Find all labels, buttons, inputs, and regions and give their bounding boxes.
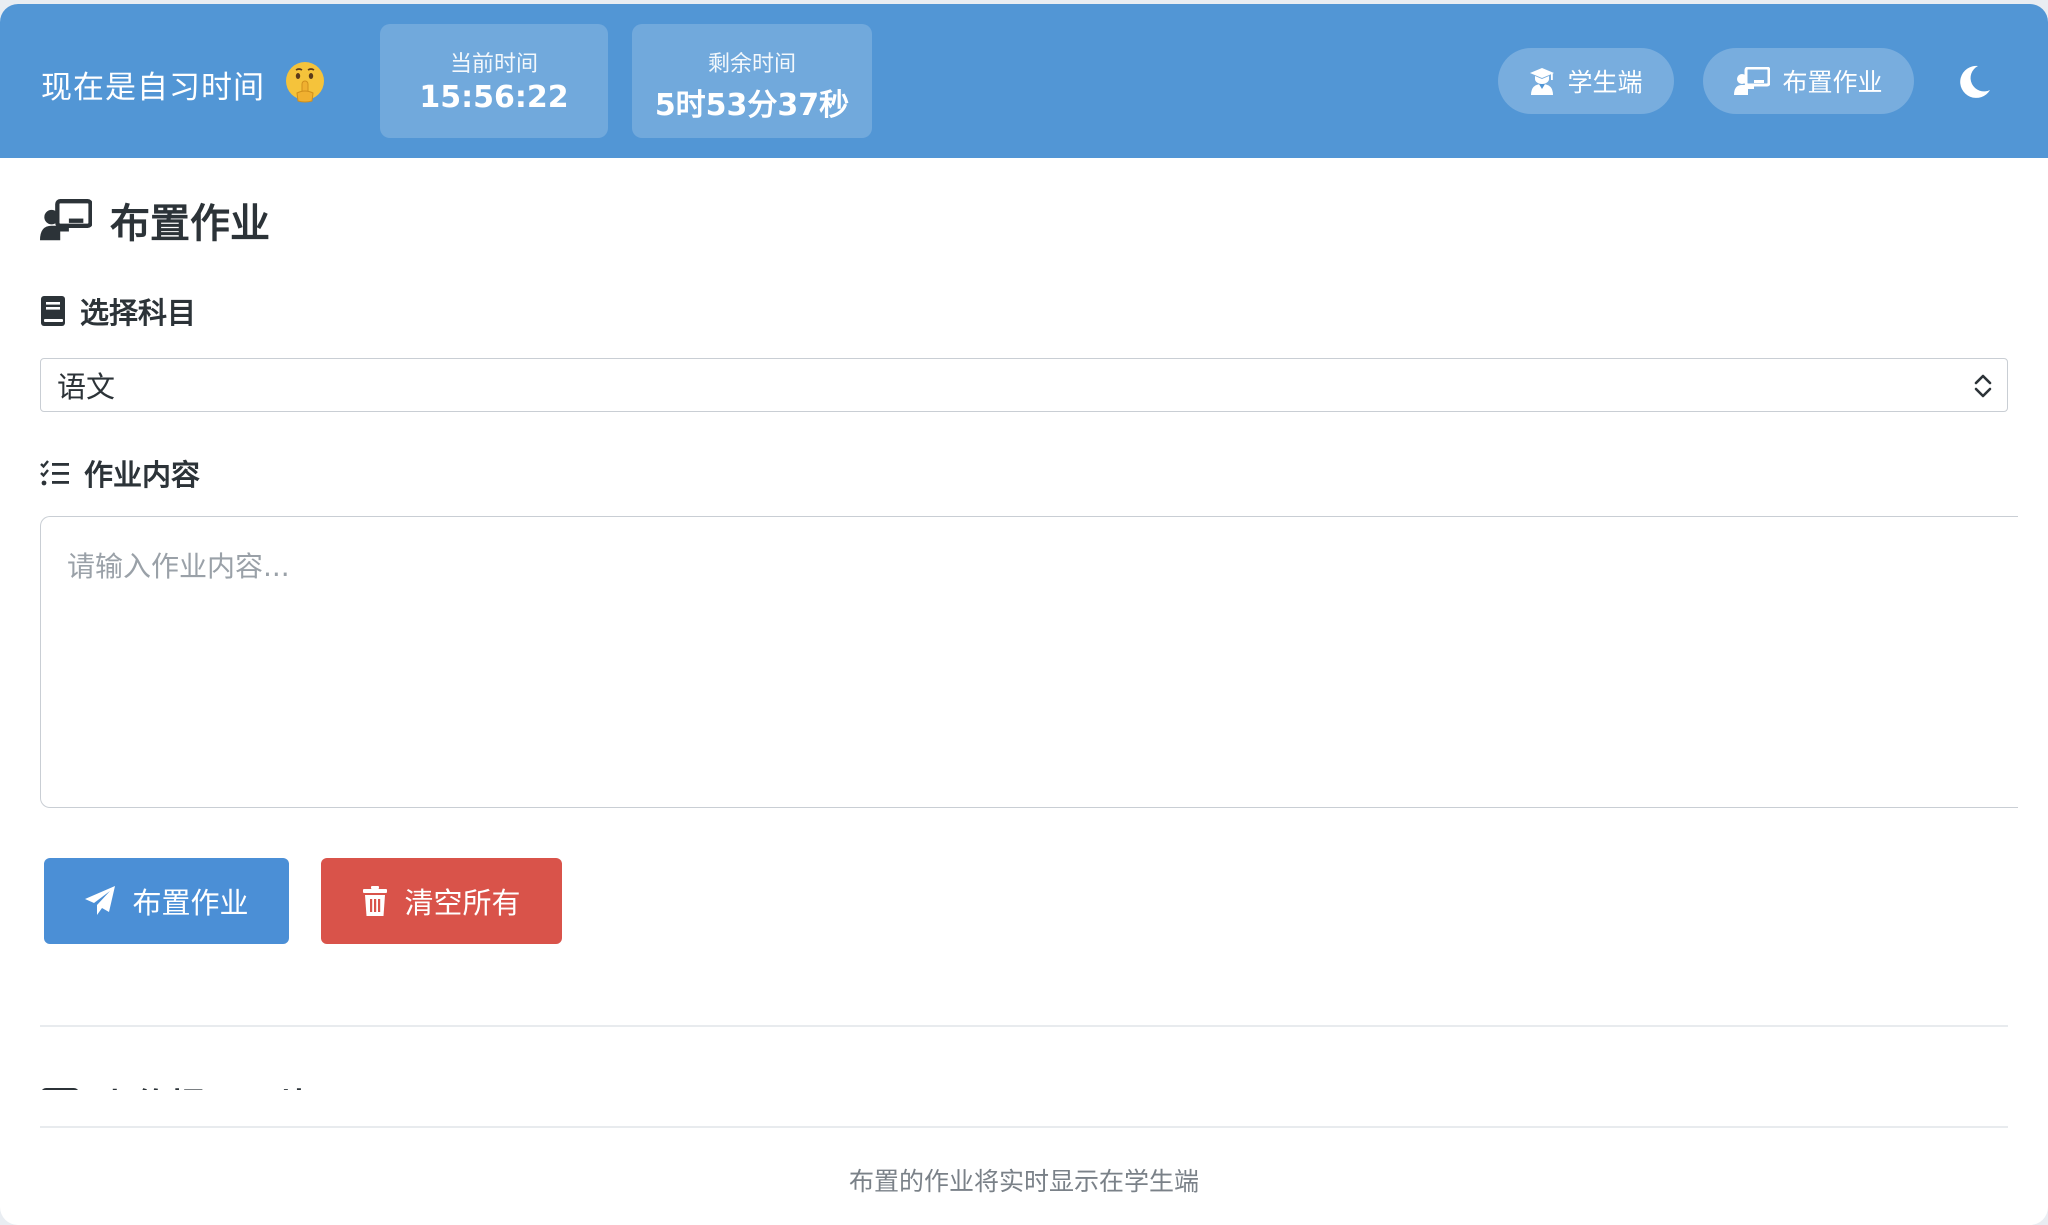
- assign-homework-button[interactable]: 布置作业: [44, 858, 289, 944]
- assign-homework-button-label: 布置作业: [132, 886, 249, 920]
- assign-homework-nav-label: 布置作业: [1782, 68, 1883, 97]
- current-time-label: 当前时间: [449, 52, 538, 77]
- student-view-label: 学生端: [1567, 68, 1643, 97]
- assign-homework-nav-button[interactable]: 布置作业: [1703, 48, 1914, 114]
- divider: [40, 1126, 2008, 1128]
- image-icon: [42, 1088, 78, 1090]
- top-header: 现在是自习时间 当前时间 15:56:22 剩余时间 5时53分37秒 学生端 …: [0, 4, 2048, 158]
- moon-icon[interactable]: [1958, 64, 1992, 98]
- upload-image-section-header: 上传提示图片: [40, 1078, 440, 1090]
- subject-select[interactable]: 语文: [40, 358, 2008, 412]
- graduate-icon: [1530, 68, 1555, 95]
- chevron-up-down-icon: [1974, 374, 1992, 398]
- remaining-time-label: 剩余时间: [707, 52, 796, 77]
- current-time-value: 15:56:22: [419, 80, 569, 115]
- book-icon: [41, 296, 65, 326]
- current-time-card: 当前时间 15:56:22: [380, 24, 608, 138]
- shushing-face-emoji-icon: [286, 62, 324, 103]
- task-list-icon: [40, 460, 69, 486]
- upload-image-section-title: 上传提示图片: [98, 1078, 314, 1090]
- footer-note: 布置的作业将实时显示在学生端: [848, 1167, 1199, 1196]
- status-text: 现在是自习时间: [41, 69, 265, 106]
- app-window: 现在是自习时间 当前时间 15:56:22 剩余时间 5时53分37秒 学生端 …: [0, 4, 2048, 1225]
- trash-icon: [363, 886, 388, 916]
- page-title: 布置作业: [40, 190, 270, 250]
- page-title-text: 布置作业: [110, 201, 270, 247]
- remaining-time-card: 剩余时间 5时53分37秒: [632, 24, 872, 138]
- content-label-text: 作业内容: [84, 458, 201, 492]
- remaining-time-value: 5时53分37秒: [654, 88, 850, 123]
- paper-plane-icon: [85, 886, 116, 915]
- clear-all-button-label: 清空所有: [404, 886, 521, 920]
- chalkboard-teacher-icon: [1734, 67, 1771, 95]
- divider: [40, 1025, 2008, 1027]
- clear-all-button[interactable]: 清空所有: [321, 858, 562, 944]
- subject-label: 选择科目: [40, 291, 196, 331]
- homework-content-textarea[interactable]: 请输入作业内容...: [40, 516, 2018, 808]
- student-view-button[interactable]: 学生端: [1498, 48, 1674, 114]
- subject-select-value: 语文: [57, 370, 116, 404]
- homework-content-placeholder: 请输入作业内容...: [67, 550, 290, 583]
- subject-label-text: 选择科目: [80, 296, 197, 330]
- chalkboard-teacher-icon: [40, 199, 92, 241]
- content-label: 作业内容: [40, 453, 200, 493]
